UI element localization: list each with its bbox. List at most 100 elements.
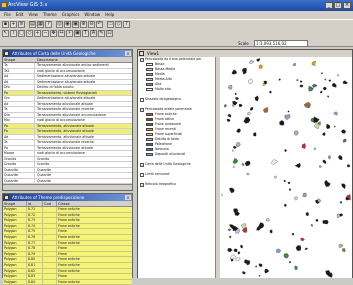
map-feature[interactable] [342, 80, 348, 85]
map-feature[interactable] [338, 243, 344, 248]
label-icon[interactable]: T [82, 30, 89, 37]
map-feature[interactable] [248, 78, 254, 84]
map-feature[interactable] [333, 125, 336, 128]
map-feature[interactable] [233, 165, 235, 168]
column-header[interactable]: Shape [3, 57, 35, 62]
legend-editor-icon[interactable]: ▤ [29, 21, 36, 28]
theme-table-titlebar[interactable]: Attributes of Theme predisposizione × [3, 194, 132, 201]
map-feature[interactable] [242, 271, 246, 275]
map-feature[interactable] [223, 103, 227, 108]
map-feature[interactable] [235, 97, 240, 100]
zoom-out-fixed-icon[interactable]: ⊖ [88, 21, 95, 28]
map-feature[interactable] [288, 188, 291, 191]
column-header[interactable]: Cod [43, 201, 57, 206]
help-icon[interactable]: ? [123, 21, 130, 28]
map-feature[interactable] [274, 175, 277, 179]
map-feature[interactable] [278, 78, 281, 81]
map-feature[interactable] [227, 114, 232, 118]
map-feature[interactable] [294, 162, 301, 168]
snap-icon[interactable]: ⊡ [106, 30, 113, 37]
map-feature[interactable] [235, 142, 241, 148]
map-feature[interactable] [257, 222, 265, 229]
close-button[interactable]: × [343, 2, 351, 9]
map-feature[interactable] [269, 230, 273, 234]
map-feature[interactable] [234, 93, 237, 95]
map-feature[interactable] [328, 155, 331, 160]
save-icon[interactable]: ▪ [2, 21, 9, 28]
map-feature[interactable] [244, 160, 251, 167]
add-theme-icon[interactable]: + [10, 21, 17, 28]
map-feature[interactable] [300, 80, 303, 83]
map-feature[interactable] [235, 257, 241, 262]
map-feature[interactable] [301, 143, 306, 150]
map-feature[interactable] [291, 232, 295, 236]
map-feature[interactable] [287, 110, 290, 113]
theme-table-close-button[interactable]: × [125, 195, 131, 200]
column-header[interactable]: Shape [3, 201, 27, 206]
zoom-active-icon[interactable]: ◉ [64, 21, 71, 28]
map-feature[interactable] [254, 95, 259, 102]
theme-visibility-checkbox[interactable]: ✓ [140, 162, 144, 167]
zoom-in-fixed-icon[interactable]: ⊕ [80, 21, 87, 28]
map-feature[interactable] [284, 203, 287, 207]
theme-properties-icon[interactable]: ≡ [18, 21, 25, 28]
attributes-close-button[interactable]: × [125, 51, 131, 56]
map-feature[interactable] [304, 247, 309, 250]
map-feature[interactable] [310, 224, 313, 227]
map-feature[interactable] [256, 58, 260, 62]
map-feature[interactable] [328, 79, 332, 82]
map-feature[interactable] [347, 164, 351, 168]
map-feature[interactable] [313, 147, 317, 150]
theme-visibility-checkbox[interactable] [140, 172, 144, 177]
select-icon[interactable]: ▢ [18, 30, 25, 37]
map-feature[interactable] [319, 90, 323, 94]
map-feature[interactable] [264, 268, 270, 274]
text-icon[interactable]: A [90, 30, 97, 37]
map-feature[interactable] [287, 181, 291, 185]
map-feature[interactable] [276, 248, 282, 253]
map-feature[interactable] [258, 263, 263, 268]
map-feature[interactable] [279, 120, 285, 126]
map-feature[interactable] [254, 265, 258, 268]
map-feature[interactable] [242, 67, 247, 75]
map-feature[interactable] [228, 235, 232, 239]
map-feature[interactable] [317, 198, 322, 203]
map-feature[interactable] [333, 111, 338, 116]
map-feature[interactable] [232, 104, 235, 107]
map-feature[interactable] [258, 64, 263, 69]
pan-icon[interactable]: ✥ [50, 30, 57, 37]
map-feature[interactable] [336, 74, 340, 77]
map-feature[interactable] [324, 179, 331, 187]
map-feature[interactable] [232, 149, 234, 152]
map-feature[interactable] [327, 95, 330, 98]
area-of-interest-icon[interactable]: ▣ [74, 30, 81, 37]
zoom-previous-icon[interactable]: ↶ [96, 21, 103, 28]
menu-window[interactable]: Window [84, 11, 100, 19]
map-feature[interactable] [249, 60, 255, 64]
hotlink-icon[interactable]: ⚡ [66, 30, 73, 37]
map-feature[interactable] [294, 196, 298, 201]
zoom-out-icon[interactable]: − [42, 30, 49, 37]
attributes-window-titlebar[interactable]: Attributes of Carta delle Unità Geologic… [3, 50, 132, 57]
map-feature[interactable] [266, 218, 271, 222]
theme-visibility-checkbox[interactable] [140, 97, 144, 102]
theme-visibility-checkbox[interactable]: ✓ [140, 182, 144, 187]
map-feature[interactable] [288, 261, 291, 264]
map-feature[interactable] [227, 228, 232, 231]
map-feature[interactable] [315, 219, 319, 222]
horizontal-scrollbar[interactable] [3, 184, 132, 190]
map-feature[interactable] [339, 200, 342, 204]
column-header[interactable]: Id [27, 201, 43, 206]
column-header[interactable]: Classe [57, 201, 132, 206]
map-feature[interactable] [318, 165, 322, 168]
scale-input[interactable]: 1:3,093,516,02 [254, 40, 308, 47]
map-feature[interactable] [283, 253, 289, 259]
map-feature[interactable] [322, 219, 329, 225]
map-feature[interactable] [243, 117, 251, 124]
map-feature[interactable] [262, 107, 269, 113]
map-feature[interactable] [269, 90, 272, 94]
map-feature[interactable] [342, 248, 346, 253]
column-header[interactable]: Descrizione [35, 57, 132, 62]
map-feature[interactable] [227, 84, 233, 90]
map-feature[interactable] [299, 84, 304, 88]
